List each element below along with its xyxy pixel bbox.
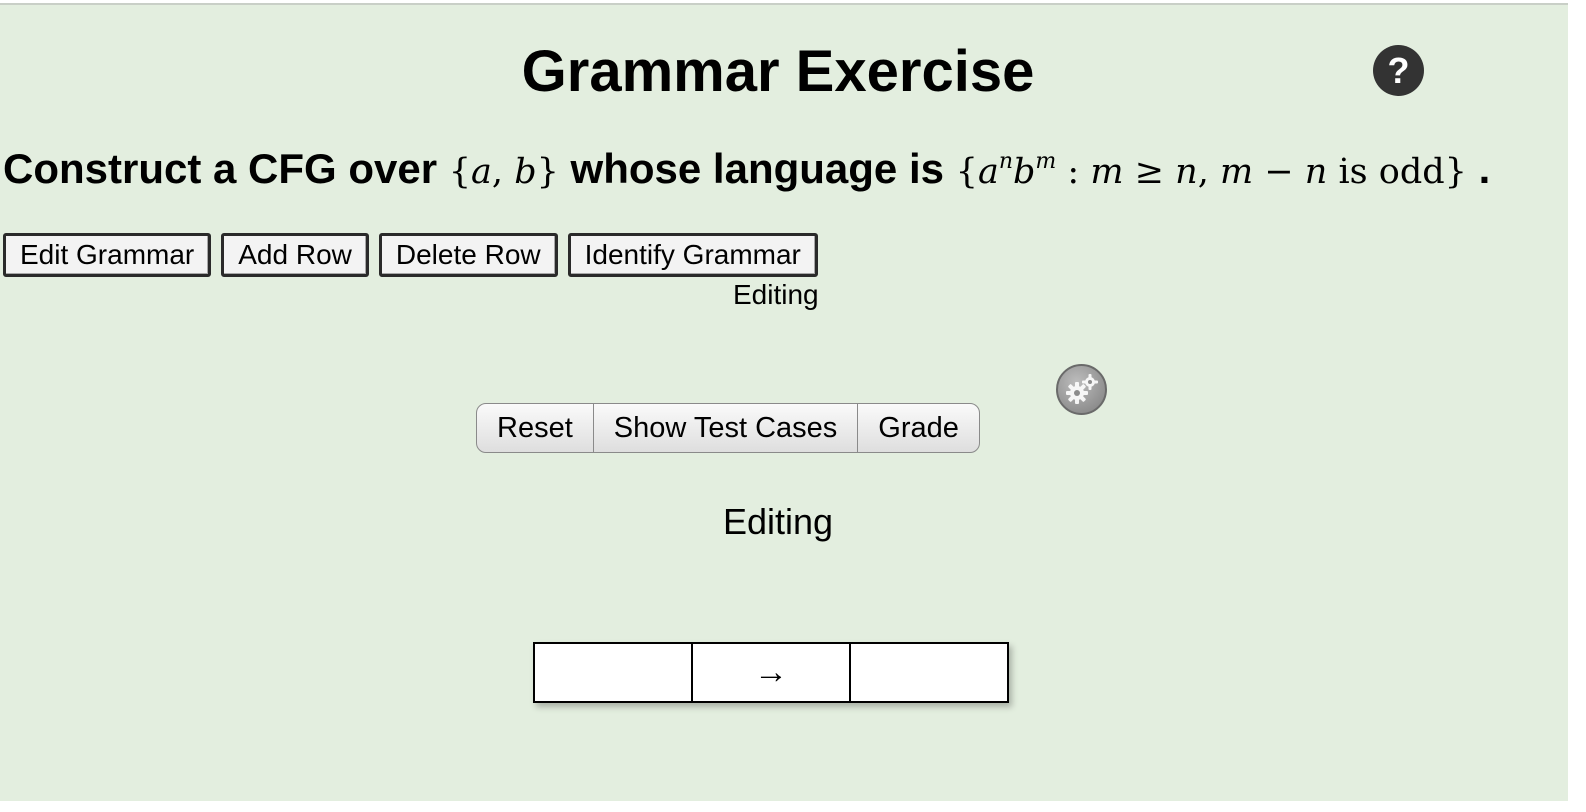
grammar-status-text: Editing: [722, 501, 834, 542]
language-math: {anbm : m ≥ n, m − n is odd}: [955, 149, 1467, 193]
gear-icon-graphic: [1066, 374, 1098, 404]
add-row-button[interactable]: Add Row: [221, 233, 369, 277]
alphabet-math: {a, b}: [448, 152, 559, 192]
exercise-prompt: Construct a CFG over {a, b} whose langua…: [3, 141, 1490, 200]
production-rhs-cell[interactable]: [849, 642, 1009, 703]
show-test-cases-button[interactable]: Show Test Cases: [594, 404, 859, 452]
prompt-prefix: Construct a CFG over: [3, 145, 438, 192]
production-lhs-cell[interactable]: [533, 642, 693, 703]
delete-row-button[interactable]: Delete Row: [378, 233, 558, 277]
prompt-suffix: .: [1478, 145, 1491, 192]
grammar-table: →: [533, 642, 1009, 703]
exercise-page: Grammar Exercise ? Construct a CFG over …: [0, 3, 1568, 801]
grade-button[interactable]: Grade: [858, 404, 979, 452]
edit-grammar-button[interactable]: Edit Grammar: [3, 233, 212, 277]
identify-grammar-button[interactable]: Identify Grammar: [567, 233, 818, 277]
gear-icon[interactable]: [1056, 364, 1107, 415]
grammar-toolbar: Edit Grammar Add Row Delete Row Identify…: [3, 233, 818, 277]
page-title: Grammar Exercise: [521, 39, 1035, 104]
toolbar-status-text: Editing: [733, 279, 819, 310]
prompt-middle: whose language is: [570, 145, 944, 192]
table-row: →: [533, 642, 1009, 703]
reset-button[interactable]: Reset: [477, 404, 594, 452]
help-icon[interactable]: ?: [1373, 45, 1424, 96]
production-arrow-cell: →: [691, 642, 851, 703]
exercise-action-group: Reset Show Test Cases Grade: [476, 403, 980, 453]
